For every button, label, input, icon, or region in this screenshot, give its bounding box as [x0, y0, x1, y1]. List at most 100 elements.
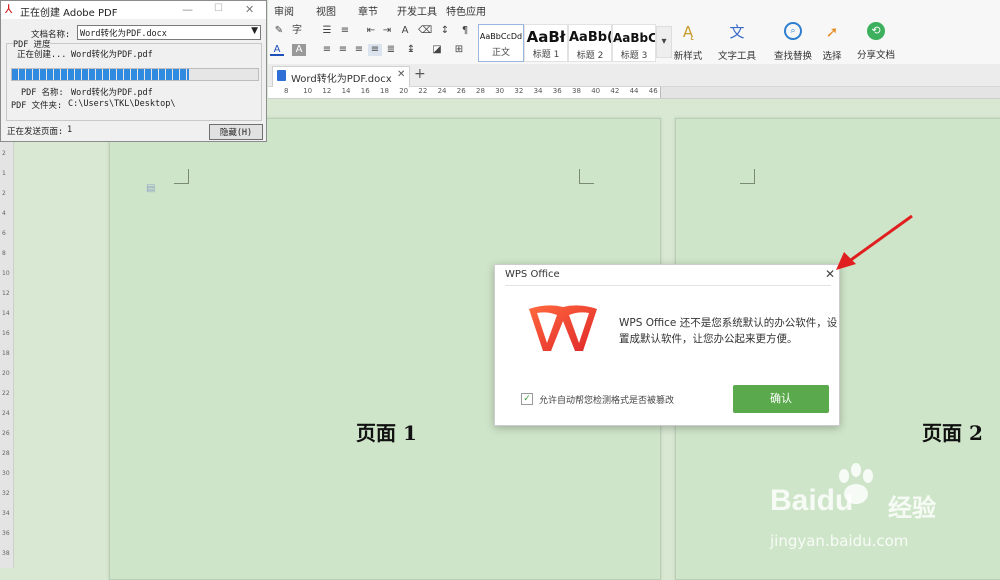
- bullet-list-icon[interactable]: ☰: [320, 25, 334, 37]
- line-spacing-icon[interactable]: ↨: [404, 44, 418, 56]
- adobe-pdf-progress-dialog: ⅄ 正在创建 Adobe PDF — ☐ ✕ 文档名称: Word转化为PDF.…: [0, 0, 267, 142]
- justify-icon[interactable]: ≡: [368, 44, 382, 56]
- ruler-tick-label: 10: [303, 87, 313, 95]
- chevron-down-icon: ▼: [251, 26, 258, 36]
- vruler-tick-label: 34: [2, 510, 10, 517]
- menu-tab-features[interactable]: 特色应用: [446, 3, 486, 18]
- ruler-tick-label: 20: [399, 87, 409, 95]
- auto-detect-checkbox[interactable]: ✓: [521, 393, 533, 405]
- align-left-icon[interactable]: ≡: [320, 44, 334, 56]
- annotation-arrow: [836, 214, 913, 270]
- tool-label: 选择: [822, 51, 842, 62]
- vruler-tick-label: 4: [2, 210, 6, 217]
- char-shading-icon[interactable]: A: [292, 44, 306, 56]
- vruler-tick-label: 30: [2, 470, 10, 477]
- dialog-message-line2: 置成默认软件，让您办公起来更方便。: [619, 333, 798, 345]
- style-sample: AaBb(: [569, 30, 611, 45]
- vruler-tick-label: 22: [2, 390, 10, 397]
- maximize-icon[interactable]: ☐: [214, 3, 223, 14]
- text-tool-button[interactable]: 文 文字工具: [714, 22, 760, 62]
- table-icon[interactable]: [458, 25, 472, 37]
- borders-icon[interactable]: ⊞: [452, 44, 466, 56]
- word-doc-icon: [277, 70, 286, 81]
- progress-bar-fill: [12, 69, 190, 80]
- doc-name-value: Word转化为PDF.docx: [80, 29, 167, 39]
- creating-label: 正在创建...: [17, 50, 67, 60]
- close-tab-icon[interactable]: ✕: [397, 69, 405, 80]
- align-center-icon[interactable]: ≡: [336, 44, 350, 56]
- horizontal-ruler[interactable]: 8 10 12 14 16 18 20 22 24 26 28 30 32 34 36 38 40 42 44 46: [268, 87, 1000, 99]
- ruler-tick-label: 46: [648, 87, 658, 95]
- sending-page-label: 正在发送页面:: [7, 127, 64, 137]
- menu-tab-developer[interactable]: 开发工具: [397, 3, 437, 18]
- ruler-tick-label: 22: [418, 87, 428, 95]
- numbered-list-icon[interactable]: ≡: [338, 25, 352, 37]
- phonetic-icon[interactable]: 字: [290, 25, 304, 37]
- vruler-tick-label: 36: [2, 530, 10, 537]
- style-sample: AaBbC: [613, 31, 655, 45]
- font-color-icon[interactable]: A: [270, 44, 284, 56]
- ruler-tick-label: 44: [629, 87, 639, 95]
- sending-page-value: 1: [67, 125, 73, 135]
- style-heading-1[interactable]: AaBł 标题 1: [524, 24, 568, 62]
- wps-logo-icon: [529, 305, 597, 351]
- page-label: 页面 2: [922, 421, 983, 445]
- ruler-tick-label: 14: [341, 87, 351, 95]
- document-icon: ▤: [146, 183, 156, 194]
- menu-tab-section[interactable]: 章节: [358, 3, 378, 18]
- style-name: 标题 2: [576, 51, 604, 61]
- align-right-icon[interactable]: ≡: [352, 44, 366, 56]
- new-style-button[interactable]: Ą 新样式: [670, 22, 706, 62]
- clear-format-icon[interactable]: ⌫: [418, 25, 432, 37]
- distribute-icon[interactable]: ≣: [384, 44, 398, 56]
- baidu-jingyan-watermark: Baidu 经验 jingyan.baidu.com: [770, 462, 1000, 568]
- menu-bar: 审阅 视图 章节 开发工具 特色应用: [268, 0, 1000, 20]
- style-sample: AaBł: [526, 28, 566, 46]
- vruler-tick-label: 38: [2, 550, 10, 557]
- highlight-icon[interactable]: ✎: [272, 25, 286, 37]
- vruler-tick-label: 20: [2, 370, 10, 377]
- tool-label: 新样式: [673, 51, 703, 62]
- tool-label: 文字工具: [717, 51, 756, 62]
- font-size-icon[interactable]: A: [398, 25, 412, 37]
- new-style-icon: Ą: [682, 23, 694, 41]
- vruler-tick-label: 32: [2, 490, 10, 497]
- ruler-tick-label: 42: [610, 87, 620, 95]
- menu-tab-view[interactable]: 视图: [316, 3, 336, 18]
- document-tab-bar: Word转化为PDF.docx ✕ +: [268, 64, 1000, 87]
- watermark-brand-cn: 经验: [888, 494, 936, 522]
- close-window-icon[interactable]: ✕: [245, 3, 254, 16]
- new-tab-icon[interactable]: +: [414, 66, 426, 82]
- dialog-message-line1: WPS Office 还不是您系统默认的办公软件，设: [619, 317, 838, 329]
- page-label: 页面 1: [356, 421, 417, 445]
- ruler-tick-label: 34: [533, 87, 543, 95]
- progress-bar: [11, 68, 259, 81]
- watermark-brand: Baidu: [770, 484, 854, 517]
- hide-button[interactable]: 隐藏(H): [209, 124, 263, 140]
- increase-indent-icon[interactable]: ⇥: [380, 25, 394, 37]
- decrease-indent-icon[interactable]: ⇤: [364, 25, 378, 37]
- style-sample: AaBbCcDd: [479, 32, 523, 41]
- doc-name-select[interactable]: Word转化为PDF.docx ▼: [77, 25, 261, 40]
- style-heading-2[interactable]: AaBb( 标题 2: [568, 24, 612, 62]
- ruler-tick-label: 24: [437, 87, 447, 95]
- ruler-tick-label: 16: [360, 87, 370, 95]
- vruler-tick-label: 1: [2, 170, 6, 177]
- menu-tab-review[interactable]: 审阅: [274, 3, 294, 18]
- sort-icon[interactable]: ↕: [438, 25, 452, 37]
- style-heading-3[interactable]: AaBbC 标题 3: [612, 24, 656, 62]
- select-button[interactable]: ➚ 选择: [816, 22, 848, 62]
- document-tab[interactable]: Word转化为PDF.docx ✕: [272, 66, 410, 87]
- vertical-ruler[interactable]: 2 1 2 4 6 8 10 12 14 16 18 20 22 24 26 28 30 32 34 36 38: [0, 142, 14, 568]
- minimize-icon[interactable]: —: [182, 3, 193, 16]
- style-normal[interactable]: AaBbCcDd 正文: [478, 24, 524, 62]
- ruler-tick-label: 30: [495, 87, 505, 95]
- creating-value: Word转化为PDF.pdf: [71, 50, 153, 60]
- shading-icon[interactable]: ◪: [430, 44, 444, 56]
- find-replace-button[interactable]: ⌕ 查找替换: [770, 22, 816, 62]
- confirm-button[interactable]: 确认: [733, 385, 829, 413]
- style-name: 标题 1: [532, 50, 560, 60]
- share-document-button[interactable]: ⟲ 分享文档: [856, 22, 896, 61]
- pdf-folder-label: PDF 文件夹:: [11, 101, 63, 111]
- vruler-tick-label: 8: [2, 250, 6, 257]
